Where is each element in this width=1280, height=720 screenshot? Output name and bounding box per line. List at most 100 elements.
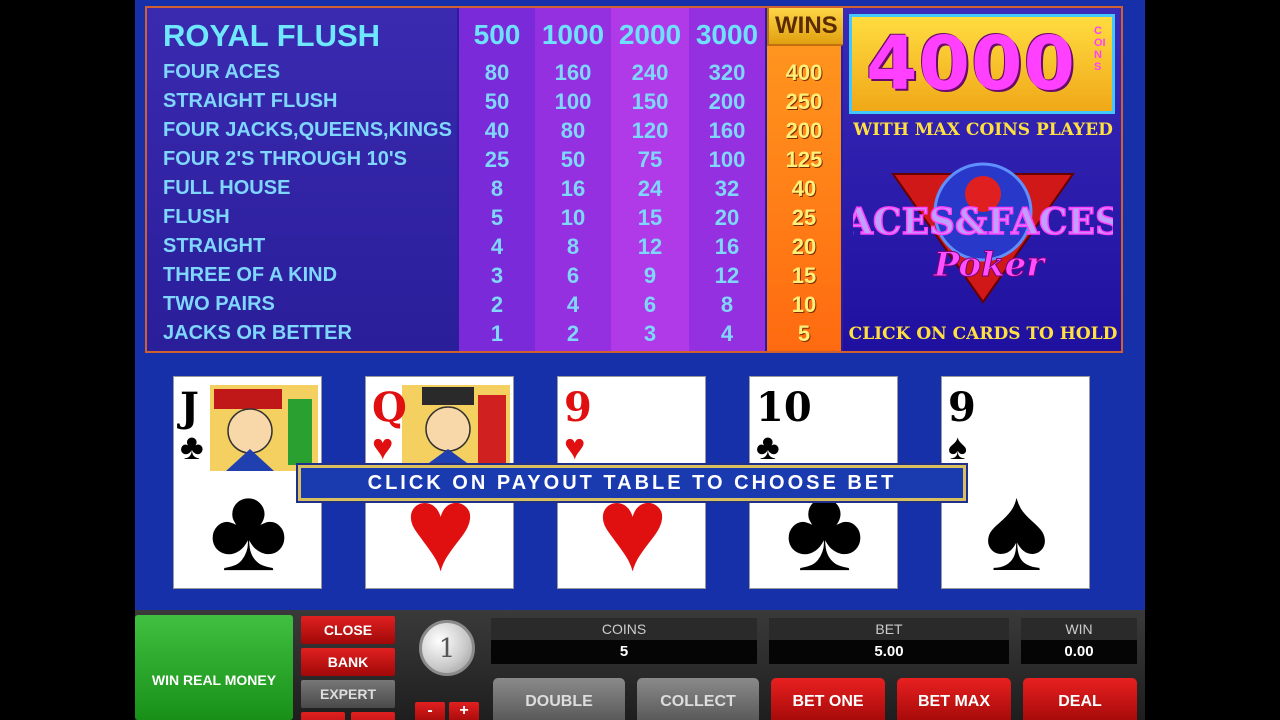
bet-column-2[interactable]: 1000 160 100 80 50 16 10 8 6 4 2 bbox=[535, 8, 611, 351]
bet-label: BET bbox=[769, 618, 1009, 640]
coin-increase-button[interactable]: + bbox=[449, 702, 479, 720]
payout-cell: 2 bbox=[566, 321, 580, 346]
payout-cell: 320 bbox=[708, 60, 746, 85]
close-button[interactable]: CLOSE bbox=[301, 616, 395, 644]
hand-row[interactable]: STRAIGHT bbox=[147, 232, 457, 261]
card-rank: 10 bbox=[756, 384, 812, 431]
hand-row[interactable]: FOUR 2'S THROUGH 10'S bbox=[147, 145, 457, 174]
wins-cell: 10 bbox=[791, 292, 817, 317]
wins-cell: 125 bbox=[785, 147, 823, 172]
heart-icon: ♥ bbox=[564, 426, 586, 467]
bet-column-header[interactable]: 1000 bbox=[535, 8, 611, 58]
jackpot-unit: COINS bbox=[1094, 25, 1106, 73]
payout-cell: 160 bbox=[554, 60, 592, 85]
bet-column-header[interactable]: 3000 bbox=[689, 8, 765, 58]
payout-cell: 8 bbox=[566, 234, 580, 259]
bet-one-button[interactable]: BET ONE bbox=[771, 678, 885, 720]
control-panel: WIN REAL MONEY CLOSE BANK EXPERT 1 - + C… bbox=[135, 610, 1145, 720]
extra-button-right[interactable] bbox=[351, 712, 395, 720]
bet-column-1[interactable]: 500 80 50 40 25 8 5 4 3 2 1 bbox=[459, 8, 535, 351]
wins-cell: 20 bbox=[791, 234, 817, 259]
payout-cell: 120 bbox=[631, 118, 669, 143]
payout-cell: 12 bbox=[637, 234, 663, 259]
hand-row[interactable]: THREE OF A KIND bbox=[147, 261, 457, 290]
payout-cell: 4 bbox=[720, 321, 734, 346]
logo-subtitle: Poker bbox=[933, 245, 1047, 285]
payout-cell: 80 bbox=[560, 118, 586, 143]
payout-cell: 16 bbox=[560, 176, 586, 201]
payout-cell: 1 bbox=[490, 321, 504, 346]
payout-cell: 8 bbox=[490, 176, 504, 201]
payout-table[interactable]: ROYAL FLUSH FOUR ACES STRAIGHT FLUSH FOU… bbox=[145, 6, 1123, 353]
card-rank: 9 bbox=[564, 384, 592, 431]
heart-icon: ♥ bbox=[372, 426, 394, 467]
coins-label: COINS bbox=[491, 618, 757, 640]
hand-row[interactable]: FLUSH bbox=[147, 203, 457, 232]
bet-max-button[interactable]: BET MAX bbox=[897, 678, 1011, 720]
club-icon: ♣ bbox=[756, 426, 780, 467]
payout-cell: 4 bbox=[566, 292, 580, 317]
payout-cell: 100 bbox=[554, 89, 592, 114]
expert-button[interactable]: EXPERT bbox=[301, 680, 395, 708]
wins-cell: 200 bbox=[785, 118, 823, 143]
coin-value-chip[interactable]: 1 bbox=[419, 620, 475, 676]
hand-row[interactable]: STRAIGHT FLUSH bbox=[147, 87, 457, 116]
bet-column-header[interactable]: 500 bbox=[459, 8, 535, 58]
wins-cell: 400 bbox=[785, 60, 823, 85]
win-real-money-button[interactable]: WIN REAL MONEY bbox=[135, 615, 293, 720]
hand-row[interactable]: FOUR ACES bbox=[147, 58, 457, 87]
payout-cell: 40 bbox=[484, 118, 510, 143]
bet-column-4[interactable]: 3000 320 200 160 100 32 20 16 12 8 4 bbox=[689, 8, 765, 351]
payout-cell: 9 bbox=[643, 263, 657, 288]
coins-meter: COINS 5 bbox=[491, 618, 757, 666]
payout-cell: 3 bbox=[490, 263, 504, 288]
win-label: WIN bbox=[1021, 618, 1137, 640]
hand-royal-flush[interactable]: ROYAL FLUSH bbox=[147, 8, 457, 58]
hold-hint-text: CLICK ON CARDS TO HOLD bbox=[848, 324, 1118, 344]
payout-cell: 100 bbox=[708, 147, 746, 172]
payout-cell: 160 bbox=[708, 118, 746, 143]
coins-value: 5 bbox=[491, 640, 757, 664]
payout-cell: 5 bbox=[490, 205, 504, 230]
bank-button[interactable]: BANK bbox=[301, 648, 395, 676]
collect-button[interactable]: COLLECT bbox=[637, 678, 759, 720]
payout-cell: 200 bbox=[708, 89, 746, 114]
double-button[interactable]: DOUBLE bbox=[493, 678, 625, 720]
wins-column: 400 250 200 125 40 25 20 15 10 5 bbox=[767, 8, 841, 351]
payout-cell: 15 bbox=[637, 205, 663, 230]
payout-cell: 6 bbox=[643, 292, 657, 317]
promo-panel: 4000 COINS WITH MAX COINS PLAYED ACES&FA… bbox=[843, 8, 1121, 351]
payout-cell: 150 bbox=[631, 89, 669, 114]
payout-cell: 8 bbox=[720, 292, 734, 317]
wins-cell: 25 bbox=[791, 205, 817, 230]
payout-cell: 20 bbox=[714, 205, 740, 230]
bet-column-3[interactable]: 2000 240 150 120 75 24 15 12 9 6 3 bbox=[611, 8, 689, 351]
max-coins-text: WITH MAX COINS PLAYED bbox=[853, 120, 1113, 140]
deal-button[interactable]: DEAL bbox=[1023, 678, 1137, 720]
payout-cell: 10 bbox=[560, 205, 586, 230]
logo-title: ACES&FACES bbox=[853, 201, 1113, 243]
bet-column-header[interactable]: 2000 bbox=[611, 8, 689, 58]
payout-cell: 4 bbox=[490, 234, 504, 259]
jack-face-icon bbox=[210, 385, 318, 471]
hand-row[interactable]: JACKS OR BETTER bbox=[147, 319, 457, 348]
bet-meter: BET 5.00 bbox=[769, 618, 1009, 666]
extra-button-left[interactable] bbox=[301, 712, 345, 720]
payout-cell: 12 bbox=[714, 263, 740, 288]
hand-row[interactable]: FULL HOUSE bbox=[147, 174, 457, 203]
choose-bet-banner: CLICK ON PAYOUT TABLE TO CHOOSE BET bbox=[298, 465, 966, 501]
hand-row[interactable]: FOUR JACKS,QUEENS,KINGS bbox=[147, 116, 457, 145]
payout-cell: 3 bbox=[643, 321, 657, 346]
spade-icon: ♠ bbox=[948, 426, 968, 467]
queen-face-icon bbox=[402, 385, 510, 471]
payout-cell: 2 bbox=[490, 292, 504, 317]
hand-row[interactable]: TWO PAIRS bbox=[147, 290, 457, 319]
club-icon: ♣ bbox=[180, 426, 204, 467]
coin-decrease-button[interactable]: - bbox=[415, 702, 445, 720]
payout-cell: 50 bbox=[484, 89, 510, 114]
aces-and-faces-logo: ACES&FACES Poker bbox=[853, 162, 1113, 304]
payout-cell: 80 bbox=[484, 60, 510, 85]
wins-cell: 15 bbox=[791, 263, 817, 288]
payout-cell: 16 bbox=[714, 234, 740, 259]
hand-names-column: ROYAL FLUSH FOUR ACES STRAIGHT FLUSH FOU… bbox=[147, 8, 457, 351]
